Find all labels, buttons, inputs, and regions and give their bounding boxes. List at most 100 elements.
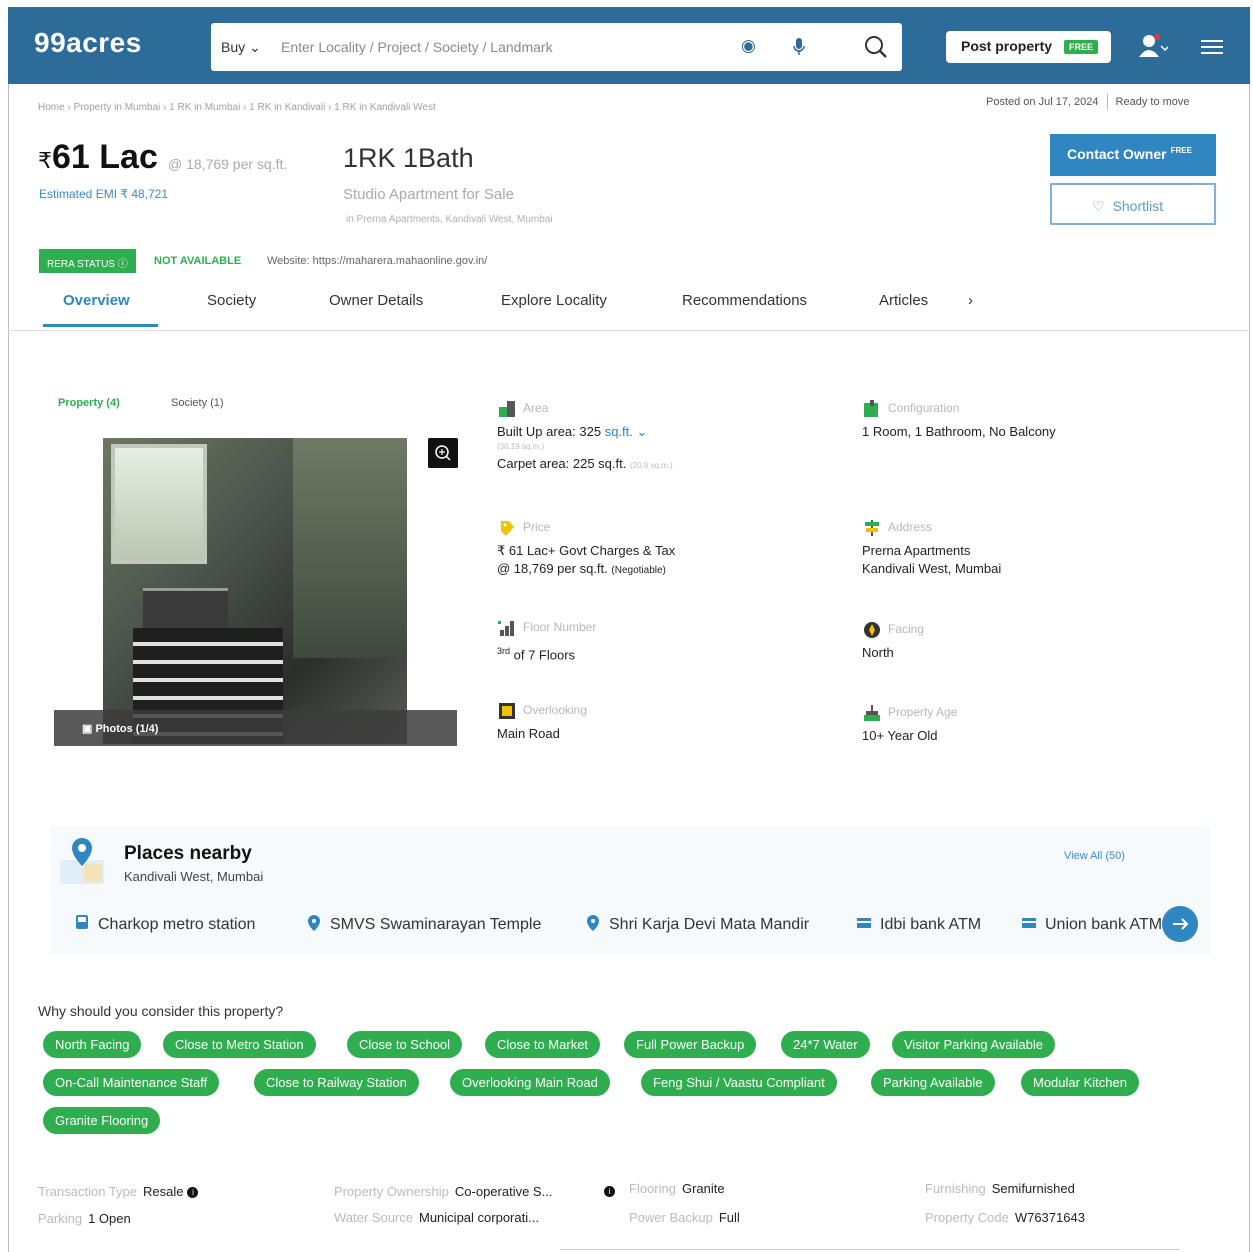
floor-label: Floor Number xyxy=(523,620,597,635)
price-label: Price xyxy=(523,520,551,535)
feature-chip: Overlooking Main Road xyxy=(450,1069,610,1096)
info-icon[interactable]: i xyxy=(604,1186,615,1197)
hamburger-menu-icon[interactable] xyxy=(1201,39,1223,55)
detail-facing: Facing North xyxy=(862,620,924,663)
place-item[interactable]: Union bank ATM xyxy=(1021,914,1163,934)
feature-chip: Visitor Parking Available xyxy=(892,1031,1055,1058)
price-line1: ₹ 61 Lac+ Govt Charges & Tax xyxy=(497,543,676,558)
site-logo[interactable]: 99acres xyxy=(34,27,142,59)
place-item[interactable]: Shri Karja Devi Mata Mandir xyxy=(585,914,830,934)
property-photo[interactable] xyxy=(103,438,407,744)
transaction-key: Transaction Type xyxy=(38,1184,137,1199)
transaction-value: Resale xyxy=(143,1184,184,1199)
place-label: Idbi bank ATM xyxy=(880,916,982,933)
place-item[interactable]: Idbi bank ATM xyxy=(856,914,981,934)
posted-date: Posted on Jul 17, 2024 xyxy=(986,95,1099,108)
floor-icon xyxy=(498,621,514,636)
contact-owner-button[interactable]: Contact Owner FREE xyxy=(1050,134,1216,176)
place-label: Shri Karja Devi Mata Mandir xyxy=(609,916,810,933)
price-line2: @ 18,769 per sq.ft. xyxy=(497,561,608,576)
ownership-value: Co-operative S... xyxy=(454,1184,553,1199)
price-per-sqft: @ 18,769 per sq.ft. xyxy=(168,156,288,172)
rera-website-link[interactable]: Website: https://maharera.mahaonline.gov… xyxy=(267,255,487,267)
overview-property-code: Property Code W76371643 xyxy=(925,1210,1085,1225)
info-icon[interactable]: i xyxy=(187,1187,199,1199)
carpet-sqm: (20.9 sq.m.) xyxy=(629,461,673,470)
overview-transaction: Transaction Type Resale i xyxy=(38,1184,199,1199)
tab-articles[interactable]: Articles xyxy=(879,292,928,309)
listing-title: 1RK 1Bath xyxy=(343,143,474,173)
next-arrow-icon[interactable] xyxy=(1162,906,1198,942)
detail-overlooking: Overlooking Main Road xyxy=(497,701,587,744)
floor-number: 3rd xyxy=(497,646,511,656)
carpet-area: Carpet area: 225 sq.ft. xyxy=(497,456,627,471)
gallery-tab-property[interactable]: Property (4) xyxy=(58,397,120,409)
overview-power-backup: Power Backup Full xyxy=(629,1210,740,1225)
tabs-next-arrow-icon[interactable]: › xyxy=(968,292,973,309)
overview-water-source: Water Source Municipal corporati... xyxy=(334,1210,539,1225)
water-value: Municipal corporati... xyxy=(419,1210,539,1225)
feature-chip: Parking Available xyxy=(871,1069,995,1096)
tab-recommendations[interactable]: Recommendations xyxy=(682,292,807,309)
search-type-dropdown[interactable]: Buy ⌄ xyxy=(221,39,261,56)
price-value: 61 Lac xyxy=(52,138,158,176)
bottom-divider xyxy=(560,1249,1180,1250)
tab-society[interactable]: Society xyxy=(207,292,256,309)
feature-chip: Close to School xyxy=(347,1031,463,1058)
place-item[interactable]: SMVS Swaminarayan Temple xyxy=(306,914,541,934)
overlooking-value: Main Road xyxy=(497,726,560,741)
feature-chip: Full Power Backup xyxy=(624,1031,757,1058)
configuration-icon xyxy=(864,400,878,417)
photo-window-shape xyxy=(111,444,207,564)
unit-dropdown[interactable]: sq.ft. ⌄ xyxy=(605,424,648,439)
breadcrumb[interactable]: Home › Property in Mumbai › 1 RK in Mumb… xyxy=(38,102,436,113)
property-age-value: 10+ Year Old xyxy=(862,728,938,743)
gallery-tab-society[interactable]: Society (1) xyxy=(171,397,224,409)
power-key: Power Backup xyxy=(629,1210,713,1225)
rera-value: NOT AVAILABLE xyxy=(154,255,242,267)
detail-address: Address Prerna Apartments Kandivali West… xyxy=(862,518,1001,576)
listing-price: ₹61 Lac xyxy=(38,138,158,177)
feature-chip: 24*7 Water xyxy=(781,1031,870,1058)
address-line1: Prerna Apartments xyxy=(862,543,971,558)
place-item[interactable]: Charkop metro station xyxy=(74,914,255,934)
tab-owner-details[interactable]: Owner Details xyxy=(329,292,423,309)
compass-icon xyxy=(864,622,880,638)
zoom-icon[interactable] xyxy=(428,438,458,468)
place-label: Charkop metro station xyxy=(98,916,256,933)
shortlist-label: Shortlist xyxy=(1112,198,1164,214)
floor-value: of 7 Floors xyxy=(513,647,576,663)
building-age-icon xyxy=(864,705,880,721)
location-icon[interactable]: ◉ xyxy=(741,36,756,56)
place-label: SMVS Swaminarayan Temple xyxy=(330,916,542,933)
photo-stove-shape xyxy=(143,588,228,628)
tab-overview[interactable]: Overview xyxy=(63,292,130,309)
configuration-value: 1 Room, 1 Bathroom, No Balcony xyxy=(862,424,1056,439)
shortlist-button[interactable]: ♡ Shortlist xyxy=(1050,183,1216,225)
water-key: Water Source xyxy=(334,1210,413,1225)
photo-count-bar[interactable]: ▣ Photos (1/4) xyxy=(54,710,457,746)
microphone-icon[interactable] xyxy=(791,36,807,58)
overlooking-label: Overlooking xyxy=(523,703,588,718)
feature-chip: On-Call Maintenance Staff xyxy=(43,1069,220,1096)
detail-price: Price ₹ 61 Lac+ Govt Charges & Tax @ 18,… xyxy=(497,518,675,576)
contact-owner-label: Contact Owner xyxy=(1067,146,1167,162)
tab-explore-locality[interactable]: Explore Locality xyxy=(501,292,607,309)
top-header: 99acres Buy ⌄ ◉ Post property FREE xyxy=(8,7,1250,84)
facing-label: Facing xyxy=(888,622,925,637)
feature-chip: Granite Flooring xyxy=(43,1107,161,1134)
configuration-label: Configuration xyxy=(888,401,960,416)
post-property-button[interactable]: Post property FREE xyxy=(946,31,1111,63)
search-icon[interactable] xyxy=(863,34,889,60)
user-account-icon[interactable] xyxy=(1138,33,1168,59)
atm-icon xyxy=(857,918,871,928)
emi-link[interactable]: Estimated EMI ₹ 48,721 xyxy=(39,187,168,201)
search-input[interactable] xyxy=(281,36,721,58)
furnishing-key: Furnishing xyxy=(925,1181,986,1196)
active-tab-indicator xyxy=(43,324,158,327)
view-all-link[interactable]: View All (50) xyxy=(1064,850,1125,862)
signpost-icon xyxy=(865,520,879,536)
ready-status: Ready to move xyxy=(1115,95,1190,108)
code-key: Property Code xyxy=(925,1210,1009,1225)
info-icon[interactable]: ⓘ xyxy=(118,259,128,270)
